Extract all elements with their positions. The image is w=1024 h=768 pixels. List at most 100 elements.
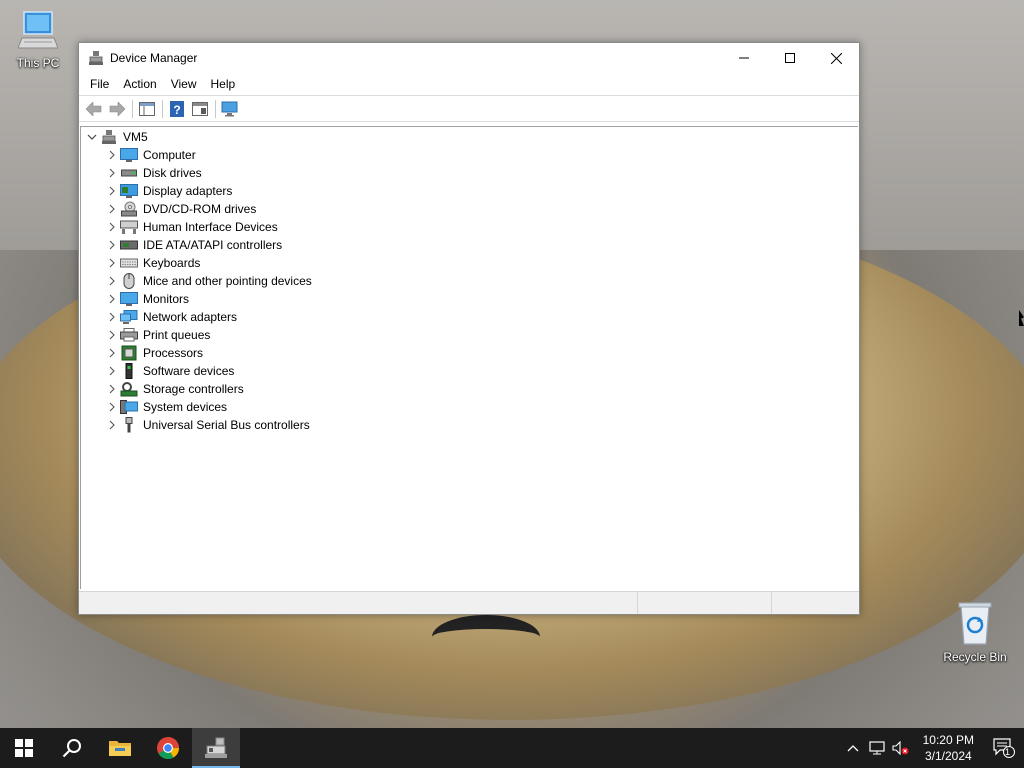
menu-help[interactable]: Help [204,75,243,93]
tree-node-system-devices[interactable]: System devices [81,398,858,416]
clock[interactable]: 10:20 PM 3/1/2024 [913,732,984,764]
chevron-right-icon[interactable] [104,273,120,289]
wallpaper-mouth [432,615,540,659]
properties-view-button[interactable] [189,99,211,119]
show-hide-console-tree-button[interactable] [136,99,158,119]
desktop-icon-recycle-bin[interactable]: Recycle Bin [937,600,1013,664]
menu-file[interactable]: File [83,75,116,93]
search-button[interactable] [48,728,96,768]
chevron-right-icon[interactable] [104,399,120,415]
printer-icon [120,327,138,343]
chevron-right-icon[interactable] [104,381,120,397]
tree-node-display-adapters[interactable]: Display adapters [81,182,858,200]
device-manager-app-icon [89,51,103,65]
system-tray: 10:20 PM 3/1/2024 1 [841,728,1024,768]
keyboard-icon [120,255,138,271]
usb-icon [120,417,138,433]
help-icon: ? [170,100,184,117]
help-button[interactable]: ? [166,99,188,119]
tree-root-node[interactable]: VM5 [81,127,858,146]
chevron-right-icon[interactable] [104,345,120,361]
tree-node-network-adapters[interactable]: Network adapters [81,308,858,326]
desktop-icon-label: Recycle Bin [943,650,1007,664]
device-manager-icon [205,737,227,758]
chevron-right-icon[interactable] [104,327,120,343]
forward-button[interactable] [106,99,128,119]
status-bar [79,591,859,614]
chevron-right-icon[interactable] [104,147,120,163]
chevron-right-icon[interactable] [104,219,120,235]
device-manager-taskbar-button[interactable] [192,728,240,768]
tree-node-software-devices[interactable]: Software devices [81,362,858,380]
forward-arrow-icon [109,101,125,116]
minimize-icon [739,57,749,59]
chevron-right-icon[interactable] [104,183,120,199]
status-cell-secondary [638,592,772,614]
tree-node-disk-drives[interactable]: Disk drives [81,164,858,182]
mouse-cursor [1019,310,1024,326]
taskbar: 10:20 PM 3/1/2024 1 [0,728,1024,768]
chevron-right-icon[interactable] [104,255,120,271]
start-button[interactable] [0,728,48,768]
chevron-right-icon[interactable] [104,309,120,325]
status-cell-main [79,592,638,614]
windows-logo-icon [15,739,33,757]
close-button[interactable] [813,43,859,73]
scan-hardware-button[interactable] [219,99,241,119]
properties-view-icon [192,101,208,116]
desktop-icon-this-pc[interactable]: This PC [0,8,76,70]
disk-drive-icon [120,165,138,181]
folder-icon [109,741,131,756]
system-device-icon [120,399,138,415]
tree-node-processors[interactable]: Processors [81,344,858,362]
tree-node-computer[interactable]: Computer [81,146,858,164]
computer-icon [120,147,138,163]
tree-node-mice[interactable]: Mice and other pointing devices [81,272,858,290]
tree-node-human-interface-devices[interactable]: Human Interface Devices [81,218,858,236]
tree-node-monitors[interactable]: Monitors [81,290,858,308]
file-explorer-button[interactable] [96,728,144,768]
menu-view[interactable]: View [164,75,204,93]
network-tray-button[interactable] [865,728,889,768]
notification-count: 1 [1004,747,1010,757]
tree-node-print-queues[interactable]: Print queues [81,326,858,344]
menu-bar: File Action View Help [79,73,859,95]
display-adapter-icon [120,183,138,199]
tree-node-keyboards[interactable]: Keyboards [81,254,858,272]
ide-controller-icon [120,237,138,253]
chevron-up-icon [847,745,859,752]
back-button[interactable] [83,99,105,119]
clock-date: 3/1/2024 [924,749,972,763]
chevron-right-icon[interactable] [104,201,120,217]
search-icon [62,739,81,758]
maximize-button[interactable] [767,43,813,73]
toolbar-separator [215,99,216,118]
toolbar-separator [132,99,133,118]
desktop-icon-label: This PC [16,56,60,70]
tree-node-ide-controllers[interactable]: IDE ATA/ATAPI controllers [81,236,858,254]
status-cell-tertiary [772,592,858,614]
minimize-button[interactable] [721,43,767,73]
chevron-right-icon[interactable] [104,417,120,433]
chrome-button[interactable] [144,728,192,768]
action-center-button[interactable]: 1 [984,728,1024,768]
volume-tray-button[interactable] [889,728,913,768]
tree-node-storage-controllers[interactable]: Storage controllers [81,380,858,398]
maximize-icon [785,53,795,63]
title-bar[interactable]: Device Manager [79,43,859,73]
tree-node-dvd-drives[interactable]: DVD/CD-ROM drives [81,200,858,218]
toolbar-separator [162,99,163,118]
chevron-right-icon[interactable] [104,165,120,181]
chrome-icon [157,737,179,759]
menu-action[interactable]: Action [116,75,163,93]
expand-chevron-icon[interactable] [84,129,100,145]
device-manager-window: Device Manager File Action View Help ? V… [78,42,860,615]
chevron-right-icon[interactable] [104,363,120,379]
tree-node-usb-controllers[interactable]: Universal Serial Bus controllers [81,416,858,434]
show-hidden-icons-button[interactable] [841,728,865,768]
tree-root-label: VM5 [123,130,148,144]
chevron-right-icon[interactable] [104,291,120,307]
network-adapter-icon [120,309,138,325]
chevron-right-icon[interactable] [104,237,120,253]
storage-controller-icon [120,381,138,397]
